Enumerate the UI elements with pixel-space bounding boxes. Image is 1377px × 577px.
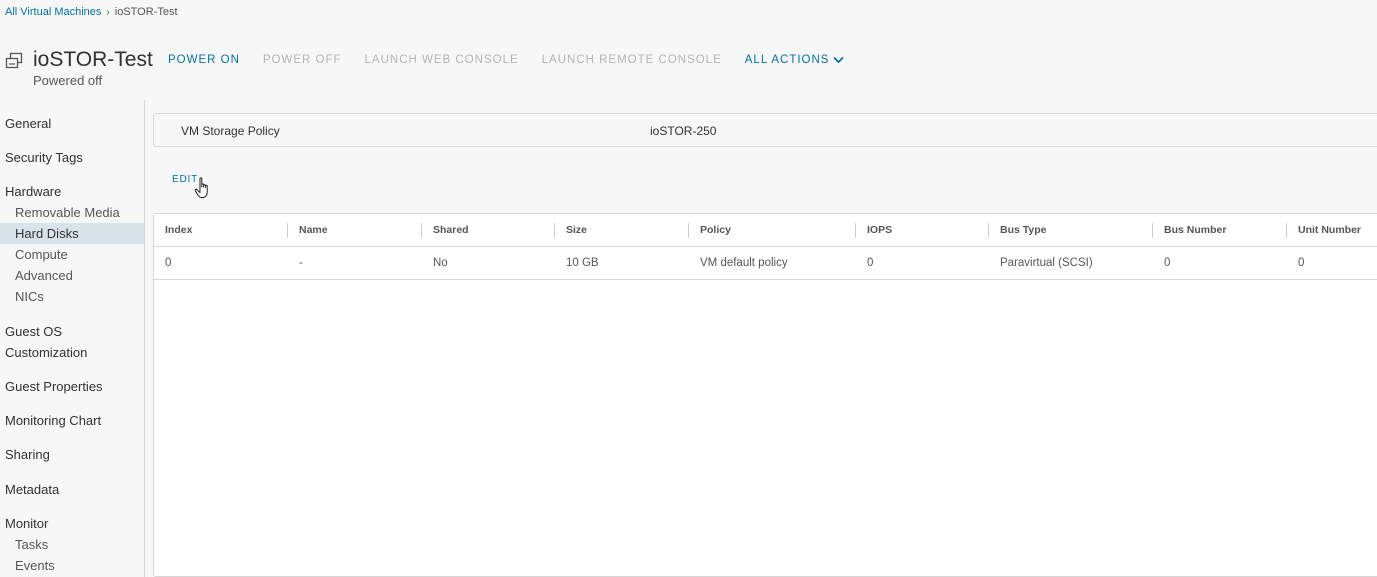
column-header-name[interactable]: Name bbox=[288, 214, 422, 246]
sidebar: General Security Tags Hardware Removable… bbox=[0, 100, 145, 577]
power-off-button[interactable]: POWER OFF bbox=[263, 54, 342, 66]
cell-shared: No bbox=[433, 257, 448, 269]
main-content: VM Storage Policy ioSTOR-250 EDIT Index … bbox=[153, 113, 1377, 577]
grid-header: Index Name Shared Size Policy IOPS Bus T… bbox=[154, 214, 1377, 247]
sidebar-item-general[interactable]: General bbox=[5, 116, 51, 131]
column-header-size[interactable]: Size bbox=[555, 214, 689, 246]
cell-size: 10 GB bbox=[566, 257, 599, 269]
column-header-label: Bus Type bbox=[1000, 224, 1047, 236]
cell-bus-number: 0 bbox=[1164, 257, 1171, 269]
sidebar-item-compute[interactable]: Compute bbox=[0, 244, 144, 265]
launch-remote-console-button[interactable]: LAUNCH REMOTE CONSOLE bbox=[542, 54, 722, 66]
sidebar-item-sharing[interactable]: Sharing bbox=[5, 447, 50, 462]
chevron-right-icon: › bbox=[106, 6, 110, 18]
breadcrumb: All Virtual Machines › ioSTOR-Test bbox=[5, 6, 178, 18]
cell-bus-type: Paravirtual (SCSI) bbox=[1000, 257, 1093, 269]
column-header-unit-number[interactable]: Unit Number bbox=[1287, 214, 1377, 246]
sidebar-item-events[interactable]: Events bbox=[0, 555, 144, 576]
column-header-label: Index bbox=[165, 224, 193, 236]
vm-icon bbox=[5, 52, 23, 69]
sidebar-item-metadata[interactable]: Metadata bbox=[5, 482, 59, 497]
sidebar-item-hard-disks[interactable]: Hard Disks bbox=[0, 223, 144, 244]
sidebar-item-hardware[interactable]: Hardware bbox=[5, 184, 61, 199]
action-bar: POWER ON POWER OFF LAUNCH WEB CONSOLE LA… bbox=[168, 54, 867, 66]
column-header-bus-number[interactable]: Bus Number bbox=[1153, 214, 1287, 246]
column-header-label: Name bbox=[299, 224, 328, 236]
all-actions-label: ALL ACTIONS bbox=[744, 54, 830, 66]
cell-name: - bbox=[299, 257, 303, 269]
column-header-label: Unit Number bbox=[1298, 224, 1361, 236]
column-header-label: IOPS bbox=[867, 224, 893, 236]
breadcrumb-all-virtual-machines-link[interactable]: All Virtual Machines bbox=[5, 6, 101, 18]
sidebar-item-guest-os[interactable]: Guest OS bbox=[5, 324, 62, 339]
column-header-iops[interactable]: IOPS bbox=[856, 214, 989, 246]
sidebar-item-security-tags[interactable]: Security Tags bbox=[5, 150, 83, 165]
vm-storage-policy-bar: VM Storage Policy ioSTOR-250 bbox=[153, 113, 1377, 147]
vm-storage-policy-value: ioSTOR-250 bbox=[650, 124, 717, 138]
page-title: ioSTOR-Test bbox=[33, 48, 153, 71]
column-header-shared[interactable]: Shared bbox=[422, 214, 555, 246]
column-header-label: Size bbox=[566, 224, 588, 236]
column-header-bus-type[interactable]: Bus Type bbox=[989, 214, 1153, 246]
power-status: Powered off bbox=[33, 73, 103, 88]
sidebar-item-removable-media[interactable]: Removable Media bbox=[0, 202, 144, 223]
vm-header: ioSTOR-Test Powered off POWER ON POWER O… bbox=[5, 46, 1365, 90]
table-row[interactable]: 0 - No 10 GB VM default policy 0 Paravir… bbox=[154, 247, 1377, 280]
sidebar-item-nics[interactable]: NICs bbox=[0, 286, 144, 307]
hard-disks-grid: Index Name Shared Size Policy IOPS Bus T… bbox=[153, 213, 1377, 577]
sidebar-item-monitor[interactable]: Monitor bbox=[5, 516, 48, 531]
sidebar-item-guest-properties[interactable]: Guest Properties bbox=[5, 379, 103, 394]
column-header-label: Shared bbox=[433, 224, 469, 236]
chevron-down-icon bbox=[833, 56, 845, 64]
cell-index: 0 bbox=[165, 257, 172, 269]
all-actions-dropdown[interactable]: ALL ACTIONS bbox=[745, 54, 845, 66]
sidebar-item-tasks[interactable]: Tasks bbox=[0, 534, 144, 555]
cell-policy: VM default policy bbox=[700, 257, 788, 269]
power-on-button[interactable]: POWER ON bbox=[168, 54, 240, 66]
vm-storage-policy-label: VM Storage Policy bbox=[181, 124, 280, 138]
sidebar-item-customization[interactable]: Customization bbox=[5, 345, 87, 360]
launch-web-console-button[interactable]: LAUNCH WEB CONSOLE bbox=[365, 54, 519, 66]
column-header-index[interactable]: Index bbox=[154, 214, 288, 246]
column-header-label: Bus Number bbox=[1164, 224, 1227, 236]
column-header-label: Policy bbox=[700, 224, 731, 236]
sidebar-item-monitoring-chart[interactable]: Monitoring Chart bbox=[5, 413, 101, 428]
cell-iops: 0 bbox=[867, 257, 874, 269]
breadcrumb-current: ioSTOR-Test bbox=[114, 6, 178, 18]
column-header-policy[interactable]: Policy bbox=[689, 214, 856, 246]
sidebar-item-advanced[interactable]: Advanced bbox=[0, 265, 144, 286]
hand-pointer-icon bbox=[194, 177, 208, 198]
cell-unit-number: 0 bbox=[1298, 257, 1305, 269]
